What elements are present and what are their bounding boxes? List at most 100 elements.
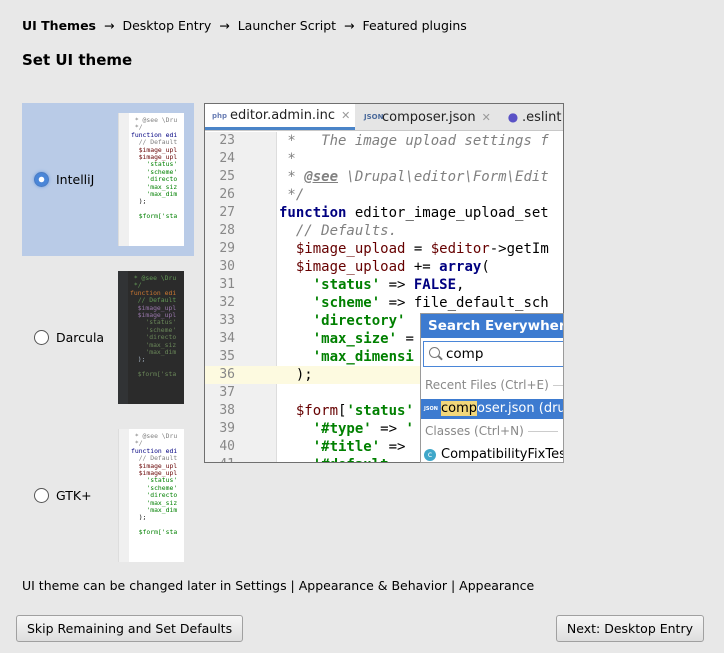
code-text: 'status' => FALSE, <box>312 277 465 293</box>
line-number: 31 <box>219 277 235 292</box>
line-number: 26 <box>219 187 235 202</box>
line-number: 41 <box>205 456 235 462</box>
code-text: 'max_dimensi <box>312 349 414 365</box>
php-file-icon: php <box>212 111 228 120</box>
match-highlight: comp <box>441 401 478 416</box>
tab-label: .eslint <box>522 109 562 125</box>
footnote: UI theme can be changed later in Setting… <box>22 578 535 593</box>
class-item[interactable]: c CompatibilityFixTes <box>421 445 564 462</box>
code-text: '#type' => ' <box>312 421 414 437</box>
search-everywhere-popup: Search Everywhere: Recent Files (Ctrl+E)… <box>420 313 564 463</box>
code-text: $image_upload += array( <box>295 259 490 275</box>
line-number: 36 <box>219 367 235 382</box>
class-name: CompatibilityFixTes <box>441 447 564 462</box>
class-icon: c <box>424 449 436 461</box>
code-text: $form['status' <box>295 403 414 419</box>
skip-remaining-button[interactable]: Skip Remaining and Set Defaults <box>16 615 244 642</box>
tab-composer-json[interactable]: JSON composer.json ✕ <box>357 104 497 130</box>
search-icon <box>429 347 440 358</box>
code-text: * @see \Drupal\editor\Form\Edit <box>279 169 549 185</box>
code-line: 29 $image_upload = $editor->getIm <box>205 240 563 258</box>
search-field[interactable] <box>423 341 563 367</box>
next-desktop-entry-button[interactable]: Next: Desktop Entry <box>555 615 704 642</box>
code-text: 'scheme' => file_default_sch <box>312 295 549 311</box>
tab-eslint[interactable]: ● .eslint <box>499 104 563 130</box>
line-number: 23 <box>219 133 235 148</box>
line-number: 34 <box>219 331 235 346</box>
recent-file-item[interactable]: JSON composer.json (dru <box>421 399 564 419</box>
breadcrumb-step: Launcher Script <box>237 18 337 33</box>
thumbnail-code: * @see \Dru */function edi // Default $i… <box>131 432 178 537</box>
line-number: 30 <box>219 259 235 274</box>
code-line: 32 'scheme' => file_default_sch <box>205 294 563 312</box>
breadcrumb-arrow: → <box>219 18 230 33</box>
search-input[interactable] <box>446 345 556 363</box>
code-text: */ <box>279 187 305 203</box>
code-line: 24 * <box>205 150 563 168</box>
code-line: 23 * The image upload settings f <box>205 132 563 150</box>
thumbnail-code: * @see \Dru */function edi // Default $i… <box>130 274 177 379</box>
theme-radio-gtk[interactable] <box>34 488 49 503</box>
theme-thumbnail-darcula: * @see \Dru */function edi // Default $i… <box>118 271 184 404</box>
code-text: 'max_size' = <box>312 331 414 347</box>
json-file-icon: JSON <box>424 406 438 412</box>
breadcrumb-arrow: → <box>103 18 115 33</box>
code-line: 25 * @see \Drupal\editor\Form\Edit <box>205 168 563 186</box>
breadcrumb-current: UI Themes <box>22 18 96 33</box>
line-number: 35 <box>219 349 235 364</box>
breadcrumb-arrow: → <box>344 18 355 33</box>
code-line: 26 */ <box>205 186 563 204</box>
code-text: ); <box>279 367 313 383</box>
line-number: 39 <box>219 421 235 436</box>
code-text: '#default <box>279 456 389 462</box>
code-text: function editor_image_upload_set <box>279 205 549 221</box>
code-text: $image_upload = $editor->getIm <box>295 241 549 257</box>
json-file-icon: JSON <box>364 113 384 121</box>
close-icon[interactable]: ✕ <box>341 109 350 122</box>
line-number: 37 <box>219 385 235 400</box>
line-number: 29 <box>219 241 235 256</box>
theme-option-gtk[interactable]: GTK+ * @see \Dru */function edi // Defau… <box>22 419 194 572</box>
tab-editor-admin-inc[interactable]: php editor.admin.inc ✕ <box>205 104 355 130</box>
theme-label: Darcula <box>56 330 105 345</box>
code-text: // Defaults. <box>279 223 398 239</box>
page-title: Set UI theme <box>22 51 133 69</box>
code-text: 'directory' <box>312 313 406 329</box>
editor-tabs: php editor.admin.inc ✕ JSON composer.jso… <box>205 104 563 131</box>
theme-label: GTK+ <box>56 488 92 503</box>
tab-label: composer.json <box>382 109 476 125</box>
recent-files-header: Recent Files (Ctrl+E) <box>425 378 563 392</box>
theme-radio-intellij[interactable] <box>34 172 49 187</box>
code-text: '#title' => <box>312 439 406 455</box>
line-number: 24 <box>219 151 235 166</box>
theme-option-intellij[interactable]: IntelliJ * @see \Dru */function edi // D… <box>22 103 194 256</box>
line-number: 27 <box>219 205 235 220</box>
item-rest: oser.json (dru <box>477 401 564 416</box>
classes-header: Classes (Ctrl+N) <box>425 424 558 438</box>
eslint-icon: ● <box>507 110 519 124</box>
line-number: 25 <box>219 169 235 184</box>
breadcrumb: UI Themes → Desktop Entry → Launcher Scr… <box>22 18 467 33</box>
breadcrumb-step: Desktop Entry <box>122 18 212 33</box>
line-number: 40 <box>219 439 235 454</box>
line-number: 28 <box>219 223 235 238</box>
theme-label: IntelliJ <box>56 172 95 187</box>
theme-thumbnail-gtk: * @see \Dru */function edi // Default $i… <box>118 429 184 562</box>
breadcrumb-step: Featured plugins <box>362 18 467 33</box>
line-number: 33 <box>219 313 235 328</box>
theme-option-darcula[interactable]: Darcula * @see \Dru */function edi // De… <box>22 261 194 414</box>
close-icon[interactable]: ✕ <box>482 111 491 124</box>
code-text: * <box>279 151 296 167</box>
line-number: 38 <box>219 403 235 418</box>
popup-title: Search Everywhere: <box>421 314 563 338</box>
thumbnail-code: * @see \Dru */function edi // Default $i… <box>131 116 178 221</box>
code-line: 28 // Defaults. <box>205 222 563 240</box>
code-line: 27 function editor_image_upload_set <box>205 204 563 222</box>
code-text: * The image upload settings f <box>279 133 549 149</box>
code-line: 31 'status' => FALSE, <box>205 276 563 294</box>
theme-thumbnail-intellij: * @see \Dru */function edi // Default $i… <box>118 113 184 246</box>
theme-radio-darcula[interactable] <box>34 330 49 345</box>
code-line: 30 $image_upload += array( <box>205 258 563 276</box>
line-number: 32 <box>219 295 235 310</box>
tab-label: editor.admin.inc <box>230 108 336 123</box>
